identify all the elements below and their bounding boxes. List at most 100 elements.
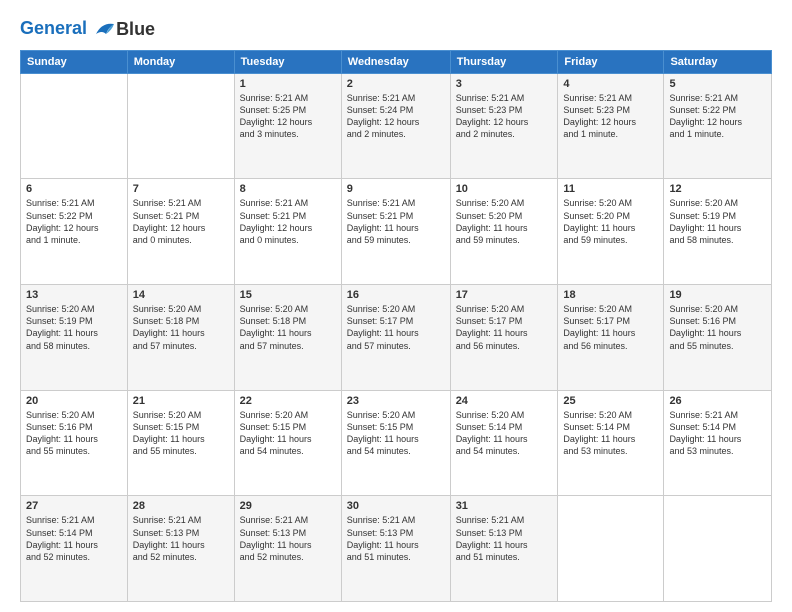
day-cell: 6Sunrise: 5:21 AM Sunset: 5:22 PM Daylig… <box>21 179 128 285</box>
page: General Blue SundayMondayTuesdayWednesda… <box>0 0 792 612</box>
day-number: 30 <box>347 500 445 512</box>
day-cell: 1Sunrise: 5:21 AM Sunset: 5:25 PM Daylig… <box>234 73 341 179</box>
day-number: 2 <box>347 78 445 90</box>
day-number: 11 <box>563 183 658 195</box>
day-detail: Sunrise: 5:20 AM Sunset: 5:14 PM Dayligh… <box>563 409 658 458</box>
day-detail: Sunrise: 5:21 AM Sunset: 5:22 PM Dayligh… <box>26 197 122 246</box>
header-day-monday: Monday <box>127 50 234 73</box>
day-number: 5 <box>669 78 766 90</box>
day-cell: 4 Sunrise: 5:21 AM Sunset: 5:23 PM Daylig… <box>558 73 664 179</box>
day-detail: Sunrise: 5:20 AM Sunset: 5:20 PM Dayligh… <box>563 197 658 246</box>
day-cell: 21 Sunrise: 5:20 AM Sunset: 5:15 PM Dayli… <box>127 390 234 496</box>
day-cell: 27Sunrise: 5:21 AM Sunset: 5:14 PM Dayli… <box>21 496 128 602</box>
day-number: 31 <box>456 500 553 512</box>
day-cell <box>21 73 128 179</box>
day-number: 28 <box>133 500 229 512</box>
day-detail: Sunrise: 5:20 AM Sunset: 5:16 PM Dayligh… <box>669 303 766 352</box>
day-number: 8 <box>240 183 336 195</box>
day-detail: Sunrise: 5:21 AM Sunset: 5:13 PM Dayligh… <box>133 514 229 563</box>
day-number: 16 <box>347 289 445 301</box>
day-cell: 20Sunrise: 5:20 AM Sunset: 5:16 PM Dayli… <box>21 390 128 496</box>
day-number: 1 <box>240 78 336 90</box>
day-detail: Sunrise: 5:21 AM Sunset: 5:23 PM Dayligh… <box>456 92 553 141</box>
day-detail: Sunrise: 5:21 AM Sunset: 5:21 PM Dayligh… <box>133 197 229 246</box>
logo-bird-icon <box>94 20 116 38</box>
day-cell: 11 Sunrise: 5:20 AM Sunset: 5:20 PM Dayli… <box>558 179 664 285</box>
day-number: 18 <box>563 289 658 301</box>
day-detail: Sunrise: 5:20 AM Sunset: 5:19 PM Dayligh… <box>669 197 766 246</box>
day-number: 7 <box>133 183 229 195</box>
logo-general: General <box>20 18 87 38</box>
day-cell: 31 Sunrise: 5:21 AM Sunset: 5:13 PM Dayli… <box>450 496 558 602</box>
header: General Blue <box>20 18 772 40</box>
day-number: 29 <box>240 500 336 512</box>
day-cell: 2 Sunrise: 5:21 AM Sunset: 5:24 PM Daylig… <box>341 73 450 179</box>
day-number: 17 <box>456 289 553 301</box>
day-detail: Sunrise: 5:21 AM Sunset: 5:24 PM Dayligh… <box>347 92 445 141</box>
day-detail: Sunrise: 5:20 AM Sunset: 5:17 PM Dayligh… <box>347 303 445 352</box>
week-row-4: 20Sunrise: 5:20 AM Sunset: 5:16 PM Dayli… <box>21 390 772 496</box>
day-cell <box>664 496 772 602</box>
day-number: 3 <box>456 78 553 90</box>
day-detail: Sunrise: 5:20 AM Sunset: 5:18 PM Dayligh… <box>240 303 336 352</box>
day-cell: 17 Sunrise: 5:20 AM Sunset: 5:17 PM Dayli… <box>450 285 558 391</box>
day-number: 13 <box>26 289 122 301</box>
day-cell: 10Sunrise: 5:20 AM Sunset: 5:20 PM Dayli… <box>450 179 558 285</box>
week-row-2: 6Sunrise: 5:21 AM Sunset: 5:22 PM Daylig… <box>21 179 772 285</box>
day-detail: Sunrise: 5:21 AM Sunset: 5:13 PM Dayligh… <box>456 514 553 563</box>
day-detail: Sunrise: 5:20 AM Sunset: 5:15 PM Dayligh… <box>133 409 229 458</box>
day-number: 21 <box>133 395 229 407</box>
day-cell: 25 Sunrise: 5:20 AM Sunset: 5:14 PM Dayli… <box>558 390 664 496</box>
day-cell: 23 Sunrise: 5:20 AM Sunset: 5:15 PM Dayli… <box>341 390 450 496</box>
day-number: 4 <box>563 78 658 90</box>
day-detail: Sunrise: 5:20 AM Sunset: 5:14 PM Dayligh… <box>456 409 553 458</box>
day-number: 14 <box>133 289 229 301</box>
logo: General Blue <box>20 18 155 40</box>
day-cell: 3 Sunrise: 5:21 AM Sunset: 5:23 PM Daylig… <box>450 73 558 179</box>
header-day-friday: Friday <box>558 50 664 73</box>
day-cell: 30Sunrise: 5:21 AM Sunset: 5:13 PM Dayli… <box>341 496 450 602</box>
day-cell: 22 Sunrise: 5:20 AM Sunset: 5:15 PM Dayli… <box>234 390 341 496</box>
header-row: SundayMondayTuesdayWednesdayThursdayFrid… <box>21 50 772 73</box>
day-cell: 8Sunrise: 5:21 AM Sunset: 5:21 PM Daylig… <box>234 179 341 285</box>
day-detail: Sunrise: 5:20 AM Sunset: 5:17 PM Dayligh… <box>563 303 658 352</box>
calendar-table: SundayMondayTuesdayWednesdayThursdayFrid… <box>20 50 772 602</box>
day-cell: 5 Sunrise: 5:21 AM Sunset: 5:22 PM Daylig… <box>664 73 772 179</box>
week-row-3: 13 Sunrise: 5:20 AM Sunset: 5:19 PM Dayli… <box>21 285 772 391</box>
day-number: 9 <box>347 183 445 195</box>
day-number: 10 <box>456 183 553 195</box>
day-detail: Sunrise: 5:20 AM Sunset: 5:15 PM Dayligh… <box>347 409 445 458</box>
header-day-wednesday: Wednesday <box>341 50 450 73</box>
day-cell: 26 Sunrise: 5:21 AM Sunset: 5:14 PM Dayli… <box>664 390 772 496</box>
day-detail: Sunrise: 5:20 AM Sunset: 5:17 PM Dayligh… <box>456 303 553 352</box>
day-cell: 7 Sunrise: 5:21 AM Sunset: 5:21 PM Daylig… <box>127 179 234 285</box>
day-number: 25 <box>563 395 658 407</box>
day-cell: 19Sunrise: 5:20 AM Sunset: 5:16 PM Dayli… <box>664 285 772 391</box>
day-cell <box>127 73 234 179</box>
logo-text: General <box>20 19 116 39</box>
day-number: 15 <box>240 289 336 301</box>
day-cell: 12 Sunrise: 5:20 AM Sunset: 5:19 PM Dayli… <box>664 179 772 285</box>
day-cell: 13 Sunrise: 5:20 AM Sunset: 5:19 PM Dayli… <box>21 285 128 391</box>
day-detail: Sunrise: 5:21 AM Sunset: 5:13 PM Dayligh… <box>240 514 336 563</box>
day-cell: 28 Sunrise: 5:21 AM Sunset: 5:13 PM Dayli… <box>127 496 234 602</box>
day-number: 22 <box>240 395 336 407</box>
day-cell: 16 Sunrise: 5:20 AM Sunset: 5:17 PM Dayli… <box>341 285 450 391</box>
header-day-saturday: Saturday <box>664 50 772 73</box>
day-detail: Sunrise: 5:20 AM Sunset: 5:18 PM Dayligh… <box>133 303 229 352</box>
day-detail: Sunrise: 5:20 AM Sunset: 5:15 PM Dayligh… <box>240 409 336 458</box>
day-detail: Sunrise: 5:20 AM Sunset: 5:16 PM Dayligh… <box>26 409 122 458</box>
day-detail: Sunrise: 5:21 AM Sunset: 5:14 PM Dayligh… <box>26 514 122 563</box>
day-number: 12 <box>669 183 766 195</box>
day-detail: Sunrise: 5:21 AM Sunset: 5:14 PM Dayligh… <box>669 409 766 458</box>
day-number: 23 <box>347 395 445 407</box>
day-detail: Sunrise: 5:21 AM Sunset: 5:23 PM Dayligh… <box>563 92 658 141</box>
week-row-1: 1Sunrise: 5:21 AM Sunset: 5:25 PM Daylig… <box>21 73 772 179</box>
day-cell: 24Sunrise: 5:20 AM Sunset: 5:14 PM Dayli… <box>450 390 558 496</box>
day-cell: 18 Sunrise: 5:20 AM Sunset: 5:17 PM Dayli… <box>558 285 664 391</box>
day-detail: Sunrise: 5:20 AM Sunset: 5:19 PM Dayligh… <box>26 303 122 352</box>
day-cell: 29 Sunrise: 5:21 AM Sunset: 5:13 PM Dayli… <box>234 496 341 602</box>
day-detail: Sunrise: 5:21 AM Sunset: 5:21 PM Dayligh… <box>347 197 445 246</box>
day-number: 26 <box>669 395 766 407</box>
day-detail: Sunrise: 5:21 AM Sunset: 5:22 PM Dayligh… <box>669 92 766 141</box>
